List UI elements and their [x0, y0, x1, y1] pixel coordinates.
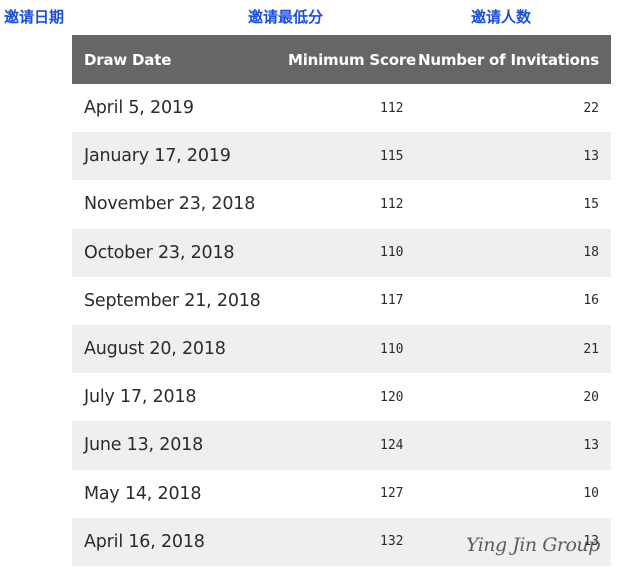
cell-minimum-score: 112 [380, 196, 404, 212]
cell-number-of-invitations: 13 [583, 437, 599, 453]
cell-draw-date: July 17, 2018 [84, 387, 197, 408]
cell-number-of-invitations: 16 [583, 293, 599, 309]
cell-minimum-score: 112 [380, 100, 404, 116]
table-row: October 23, 2018 110 18 [72, 228, 611, 277]
header-number-of-invitations: Number of Invitations [418, 50, 599, 69]
cell-number-of-invitations: 10 [583, 486, 599, 502]
cell-number-of-invitations: 21 [583, 341, 599, 357]
cell-draw-date: April 16, 2018 [84, 531, 205, 552]
cell-draw-date: September 21, 2018 [84, 290, 261, 311]
cell-draw-date: August 20, 2018 [84, 339, 226, 360]
label-invitation-date-cn: 邀请日期 [4, 8, 65, 26]
table-row: August 20, 2018 110 21 [72, 324, 611, 374]
cell-minimum-score: 120 [380, 389, 404, 405]
table-row: May 14, 2018 127 10 [72, 470, 611, 518]
label-invitation-count-cn: 邀请人数 [471, 8, 532, 26]
cell-draw-date: October 23, 2018 [84, 242, 235, 263]
cell-draw-date: November 23, 2018 [84, 194, 256, 215]
watermark-logo: Ying Jin Group [466, 534, 600, 556]
cell-draw-date: January 17, 2019 [84, 146, 231, 167]
cell-minimum-score: 127 [380, 486, 404, 502]
cell-minimum-score: 117 [380, 293, 404, 309]
cell-number-of-invitations: 13 [583, 148, 599, 164]
table-row: January 17, 2019 115 13 [72, 132, 611, 181]
cell-draw-date: June 13, 2018 [84, 435, 204, 456]
cell-number-of-invitations: 18 [583, 245, 599, 261]
table-row: November 23, 2018 112 15 [72, 180, 611, 228]
cell-minimum-score: 110 [380, 341, 404, 357]
table-header: Draw Date Minimum Score Number of Invita… [72, 35, 611, 84]
cell-draw-date: May 14, 2018 [84, 483, 202, 504]
table-body: April 5, 2019 112 22 January 17, 2019 115 13 N… [72, 84, 611, 566]
cell-number-of-invitations: 20 [583, 389, 599, 405]
cell-draw-date: April 5, 2019 [84, 98, 194, 119]
cell-minimum-score: 110 [380, 245, 404, 261]
cell-number-of-invitations: 22 [583, 100, 599, 116]
cell-minimum-score: 124 [380, 437, 404, 453]
draws-table: Draw Date Minimum Score Number of Invita… [72, 35, 611, 566]
table-row: September 21, 2018 117 16 [72, 277, 611, 325]
table-row: June 13, 2018 124 13 [72, 421, 611, 470]
cell-minimum-score: 115 [380, 148, 404, 164]
table-row: April 5, 2019 112 22 [72, 84, 611, 132]
label-minimum-score-cn: 邀请最低分 [248, 8, 324, 26]
header-minimum-score: Minimum Score [287, 50, 416, 69]
cell-minimum-score: 132 [380, 534, 404, 550]
table-row: July 17, 2018 120 20 [72, 373, 611, 421]
cell-number-of-invitations: 15 [583, 196, 599, 212]
